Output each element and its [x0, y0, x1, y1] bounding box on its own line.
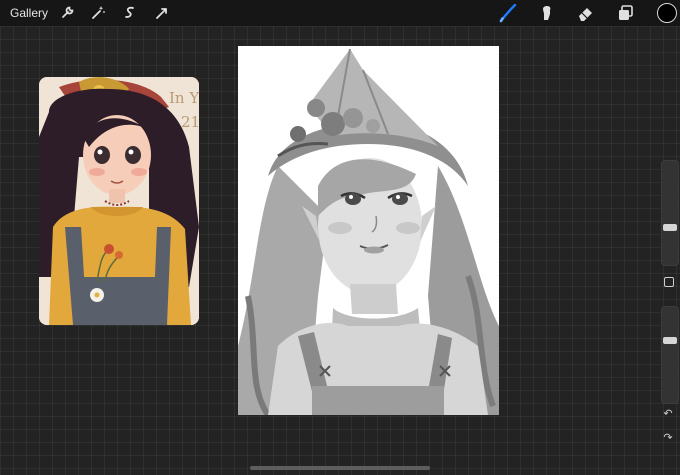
smudge-icon[interactable]: [537, 3, 557, 23]
brush-size-slider[interactable]: [661, 160, 679, 266]
eraser-icon[interactable]: [576, 3, 596, 23]
brush-icon[interactable]: [498, 3, 518, 23]
modify-button[interactable]: [664, 277, 674, 287]
opacity-thumb[interactable]: [663, 337, 677, 344]
gallery-button[interactable]: Gallery: [10, 6, 48, 20]
redo-icon[interactable]: ↷: [662, 432, 674, 444]
magic-wand-icon[interactable]: [88, 3, 108, 23]
reference-lettering-1: In Y: [169, 89, 199, 107]
canvas-sketch: [238, 46, 499, 415]
reference-image[interactable]: In Y 21: [39, 77, 199, 325]
wrench-icon[interactable]: [57, 3, 77, 23]
sidebar: ↶ ↷: [659, 160, 679, 450]
reference-illustration: In Y 21: [39, 77, 199, 325]
color-picker-swatch[interactable]: [657, 3, 677, 23]
layers-icon[interactable]: [616, 3, 636, 23]
undo-icon[interactable]: ↶: [662, 408, 674, 420]
drawing-canvas[interactable]: [238, 46, 499, 415]
opacity-slider[interactable]: [661, 306, 679, 404]
home-indicator: [250, 466, 430, 470]
top-toolbar: Gallery: [0, 0, 680, 26]
brush-size-thumb[interactable]: [663, 224, 677, 231]
selection-icon[interactable]: [120, 3, 140, 23]
reference-lettering-2: 21: [181, 113, 199, 131]
transform-icon[interactable]: [152, 3, 172, 23]
